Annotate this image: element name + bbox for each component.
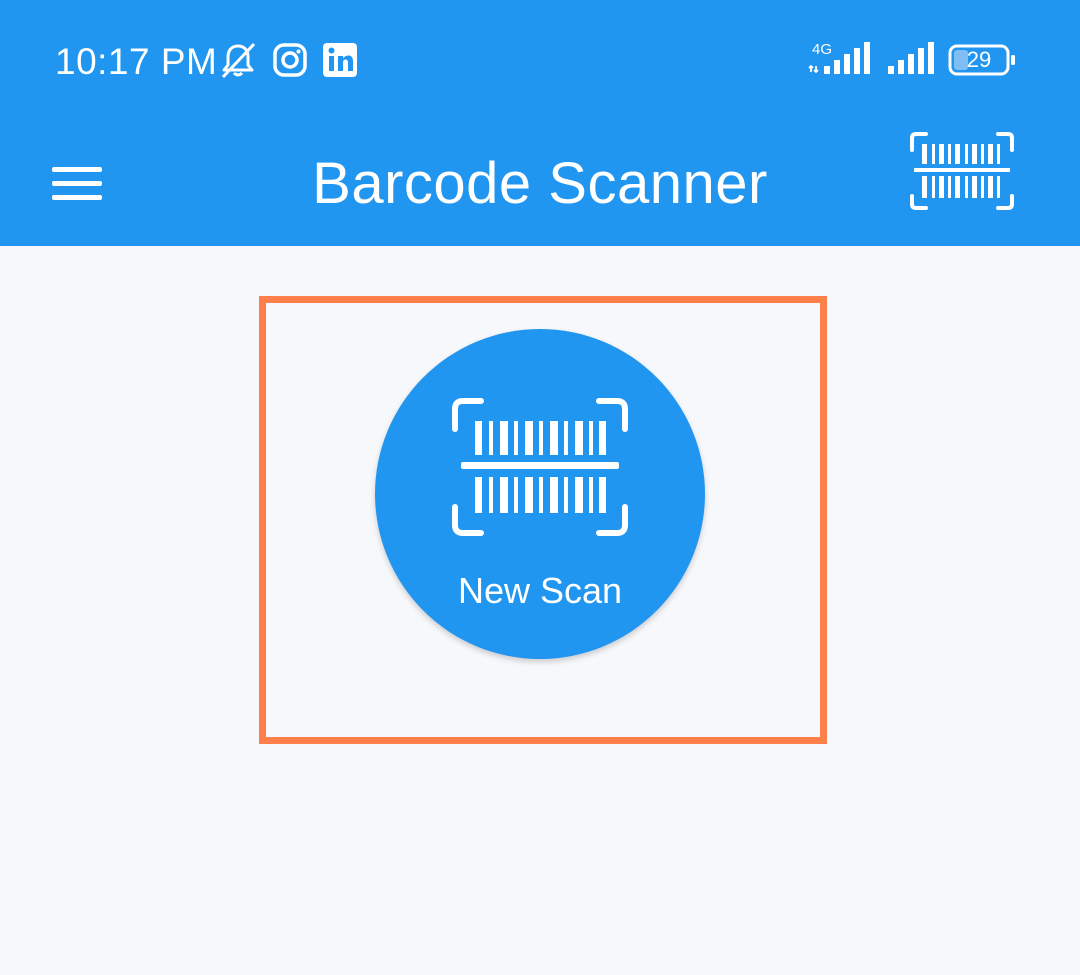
menu-button[interactable] [40, 145, 115, 220]
app-title: Barcode Scanner [312, 151, 768, 216]
signal-icon [886, 38, 938, 78]
app-bar: Barcode Scanner [0, 120, 1080, 246]
new-scan-label: New Scan [457, 570, 623, 611]
bell-off-icon [221, 42, 256, 79]
hamburger-menu-icon [52, 167, 102, 200]
barcode-scan-icon [910, 132, 1014, 210]
status-bar: 10:17 PM 4G 29 [0, 0, 1080, 120]
appbar-scan-button[interactable] [904, 130, 1020, 226]
linkedin-icon [323, 43, 357, 77]
status-time: 10:17 PM [55, 41, 218, 82]
battery-icon: 29 [948, 44, 1015, 76]
signal-4g-icon: 4G [808, 38, 878, 78]
barcode-scan-icon [452, 398, 628, 536]
instagram-icon [273, 43, 307, 77]
new-scan-button[interactable]: New Scan [375, 329, 705, 659]
network-label: 4G [812, 41, 832, 58]
battery-level: 29 [966, 47, 992, 72]
